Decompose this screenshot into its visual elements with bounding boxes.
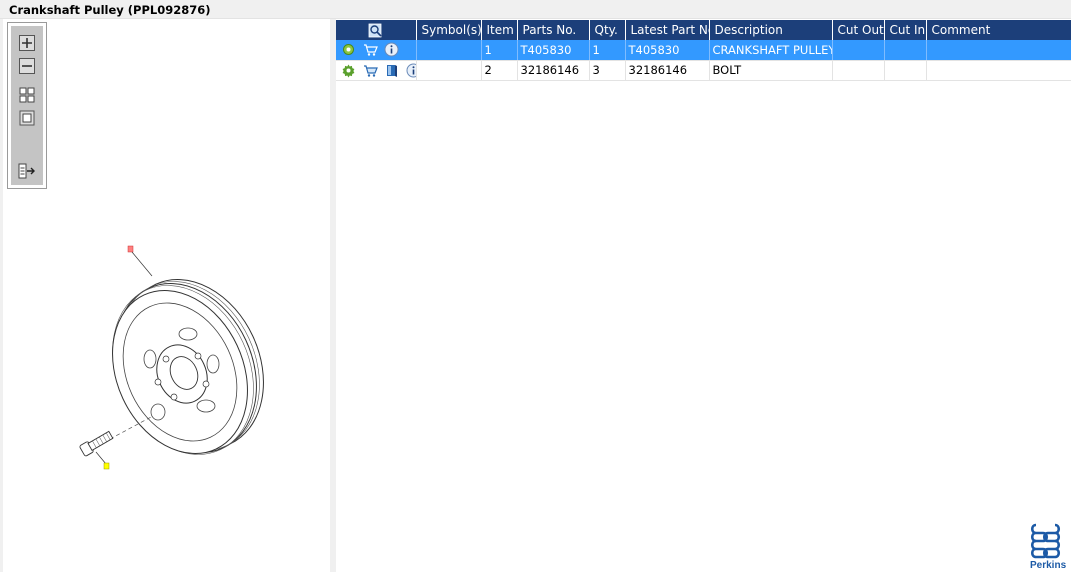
cell-qty: 3 (589, 60, 626, 81)
info-icon[interactable] (406, 63, 415, 78)
cell-comment (926, 60, 1071, 81)
row-actions (336, 60, 417, 81)
cell-cut-in (884, 60, 927, 81)
col-header-description[interactable]: Description (709, 20, 833, 40)
table-header-row: Symbol(s) Item Parts No. Qty. Latest Par… (336, 20, 1071, 40)
col-header-comment[interactable]: Comment (926, 20, 1071, 40)
cell-comment (926, 40, 1071, 61)
perkins-logo: Perkins (1030, 523, 1067, 570)
cell-description: CRANKSHAFT PULLEY (709, 40, 833, 61)
col-header-part-no[interactable]: Parts No. (517, 20, 590, 40)
cart-icon[interactable] (363, 63, 378, 78)
diagram-pane[interactable] (3, 19, 333, 572)
book-icon[interactable] (384, 63, 399, 78)
zoom-in-icon[interactable] (18, 34, 36, 52)
parts-table: Symbol(s) Item Parts No. Qty. Latest Par… (336, 20, 1071, 81)
cell-latest-part-no: 32186146 (625, 60, 710, 81)
zoom-out-icon[interactable] (18, 57, 36, 75)
cell-symbols (416, 40, 482, 61)
search-parts-header[interactable] (336, 20, 417, 40)
gear-icon[interactable] (341, 63, 356, 78)
row-actions (336, 40, 417, 61)
window-title: Crankshaft Pulley (PPL092876) (9, 3, 211, 17)
col-header-item[interactable]: Item (481, 20, 518, 40)
info-icon[interactable] (384, 42, 399, 57)
col-header-qty[interactable]: Qty. (589, 20, 626, 40)
view-toolbox (7, 22, 47, 189)
fit-all-icon[interactable] (18, 86, 36, 104)
table-row[interactable]: 2 32186146 3 32186146 BOLT (336, 60, 1071, 81)
exploded-view-diagram (79, 245, 264, 470)
gear-icon[interactable] (341, 42, 356, 57)
cell-description: BOLT (709, 60, 833, 81)
callout-2 (103, 462, 110, 470)
cell-qty: 1 (589, 40, 626, 61)
cart-icon[interactable] (363, 42, 378, 57)
table-row[interactable]: 1 T405830 1 T405830 CRANKSHAFT PULLEY (336, 40, 1071, 61)
cell-cut-out (832, 60, 885, 81)
fit-page-icon[interactable] (18, 109, 36, 127)
cell-item: 1 (481, 40, 518, 61)
cell-cut-out (832, 40, 885, 61)
cell-part-no: T405830 (517, 40, 590, 61)
search-icon[interactable] (368, 23, 383, 38)
cell-part-no: 32186146 (517, 60, 590, 81)
cell-latest-part-no: T405830 (625, 40, 710, 61)
col-header-symbols[interactable]: Symbol(s) (416, 20, 482, 40)
col-header-latest-part-no[interactable]: Latest Part No. (625, 20, 710, 40)
brand-name: Perkins (1030, 560, 1067, 570)
cell-symbols (416, 60, 482, 81)
col-header-cut-out[interactable]: Cut Out (832, 20, 885, 40)
callout-1 (127, 245, 134, 253)
cell-item: 2 (481, 60, 518, 81)
export-list-icon[interactable] (18, 162, 36, 180)
title-bar: Crankshaft Pulley (PPL092876) (0, 0, 1071, 19)
parts-list-pane: Symbol(s) Item Parts No. Qty. Latest Par… (336, 19, 1071, 572)
cell-cut-in (884, 40, 927, 61)
col-header-cut-in[interactable]: Cut In (884, 20, 927, 40)
